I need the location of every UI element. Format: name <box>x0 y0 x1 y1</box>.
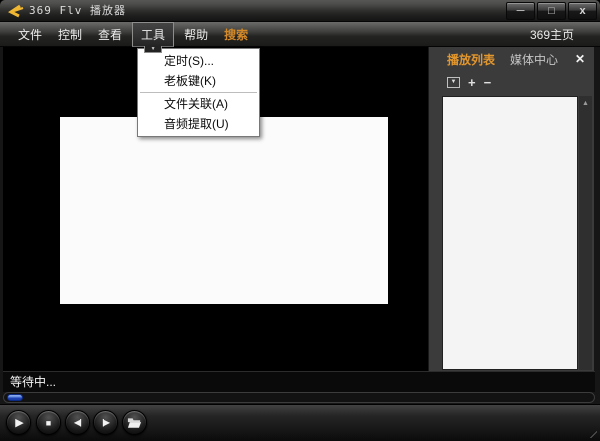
tools-menu: 定时(S)... 老板键(K) 文件关联(A) 音频提取(U) <box>137 48 260 137</box>
close-button[interactable]: x <box>568 2 597 20</box>
menu-tools-label: 工具 <box>141 28 165 42</box>
window-title: 369 Flv 播放器 <box>29 2 126 19</box>
app-logo-icon <box>6 3 24 19</box>
menu-tools[interactable]: 工具 ▼ <box>132 22 174 47</box>
menubar: 文件 控制 查看 工具 ▼ 帮助 搜索 369主页 <box>0 22 600 47</box>
menu-item-file-association[interactable]: 文件关联(A) <box>138 94 259 114</box>
panel-close-icon[interactable]: ✕ <box>575 52 585 66</box>
menu-search[interactable]: 搜索 <box>216 23 256 46</box>
step-back-icon: ◀| <box>74 418 80 427</box>
playlist-remove-button[interactable]: − <box>484 76 492 89</box>
dropdown-arrow-icon: ▼ <box>451 79 457 85</box>
minimize-button[interactable]: ─ <box>506 2 535 20</box>
status-text: 等待中... <box>10 375 56 389</box>
menu-control[interactable]: 控制 <box>50 23 90 46</box>
playlist-panel: 播放列表 媒体中心 ✕ ▼ + − ▲ <box>428 47 594 371</box>
app-window: 369 Flv 播放器 ─ □ x 文件 控制 查看 工具 ▼ 帮助 搜索 36… <box>0 0 600 441</box>
menu-item-timer[interactable]: 定时(S)... <box>138 51 259 71</box>
maximize-button[interactable]: □ <box>537 2 566 20</box>
folder-open-icon <box>127 417 142 429</box>
stop-button[interactable]: ■ <box>36 410 61 435</box>
menu-item-audio-extract[interactable]: 音频提取(U) <box>138 114 259 134</box>
menu-open-arrow-icon: ▼ <box>144 46 162 53</box>
playlist-add-button[interactable]: + <box>468 76 476 89</box>
play-icon: ▶ <box>15 416 23 429</box>
play-button[interactable]: ▶ <box>6 410 31 435</box>
resize-grip[interactable] <box>585 426 597 438</box>
homepage-link[interactable]: 369主页 <box>530 26 600 43</box>
scroll-up-icon[interactable]: ▲ <box>579 96 592 107</box>
status-bar: 等待中... <box>3 371 595 392</box>
playlist-list[interactable] <box>442 96 578 370</box>
tab-playlist[interactable]: 播放列表 <box>447 51 495 68</box>
previous-button[interactable]: ◀| <box>65 410 90 435</box>
control-bar: ▶ ■ ◀| |▶ <box>0 404 600 441</box>
playlist-mode-dropdown-button[interactable]: ▼ <box>447 77 460 88</box>
step-forward-icon: |▶ <box>102 418 108 427</box>
stop-icon: ■ <box>46 418 51 428</box>
video-screen <box>60 117 388 304</box>
menu-view[interactable]: 查看 <box>90 23 130 46</box>
playlist-toolbar: ▼ + − <box>429 72 594 92</box>
playlist-scrollbar[interactable]: ▲ <box>579 96 592 370</box>
next-button[interactable]: |▶ <box>93 410 118 435</box>
maximize-icon: □ <box>548 5 555 17</box>
close-icon: x <box>579 5 585 17</box>
seek-bar[interactable] <box>3 392 595 403</box>
titlebar[interactable]: 369 Flv 播放器 ─ □ x <box>0 0 600 22</box>
tab-media-center[interactable]: 媒体中心 <box>510 51 558 68</box>
seek-thumb[interactable] <box>7 394 23 401</box>
minimize-icon: ─ <box>517 5 525 17</box>
panel-tabs: 播放列表 媒体中心 ✕ <box>429 47 594 72</box>
menu-file[interactable]: 文件 <box>10 23 50 46</box>
window-controls: ─ □ x <box>506 2 597 20</box>
open-file-button[interactable] <box>122 410 147 435</box>
menu-separator <box>140 92 257 93</box>
menu-help[interactable]: 帮助 <box>176 23 216 46</box>
menu-item-boss-key[interactable]: 老板键(K) <box>138 71 259 91</box>
